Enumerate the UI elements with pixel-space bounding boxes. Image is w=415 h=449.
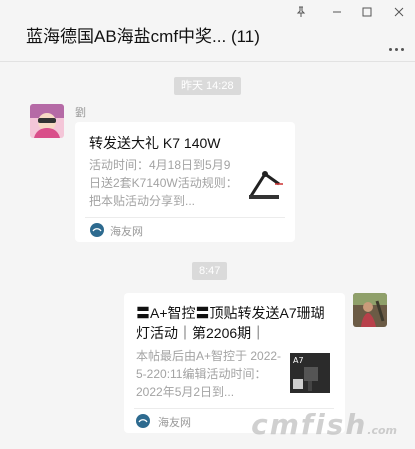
card-thumbnail [245, 162, 289, 206]
avatar[interactable] [353, 293, 387, 327]
chat-title[interactable]: 蓝海德国AB海盐cmf中奖... (11) [26, 22, 260, 47]
card-thumbnail: A7 [290, 353, 330, 393]
link-card[interactable]: 转发送大礼 K7 140W 活动时间：4月18日到5月9日送2套K7140W活动… [75, 122, 295, 242]
card-title: 〓A+智控〓顶贴转发送A7珊瑚灯活动｜第2206期｜ [136, 305, 325, 341]
card-source: 海友网 [110, 226, 143, 238]
sender-name: 劉 [75, 107, 86, 119]
source-logo-icon [136, 414, 150, 428]
avatar[interactable] [30, 104, 64, 138]
minimize-icon[interactable] [326, 2, 348, 22]
card-title: 转发送大礼 K7 140W [89, 135, 221, 151]
card-source: 海友网 [158, 417, 191, 429]
close-icon[interactable] [388, 2, 410, 22]
card-description: 本帖最后由A+智控于 2022-5-220:11编辑活动时间：2022年5月2日… [136, 349, 282, 399]
source-logo-icon [90, 223, 104, 237]
pin-icon[interactable] [290, 2, 312, 22]
maximize-icon[interactable] [356, 2, 378, 22]
watermark: cmfish.com [251, 408, 397, 441]
watermark-suffix: .com [367, 424, 397, 437]
card-divider [85, 217, 285, 218]
svg-text:A7: A7 [293, 356, 304, 365]
chat-header: 蓝海德国AB海盐cmf中奖... (11) [0, 0, 415, 62]
watermark-text: cmfish [251, 408, 368, 441]
timestamp: 昨天 14:28 [174, 77, 241, 95]
more-icon[interactable] [385, 42, 407, 56]
card-description: 活动时间：4月18日到5月9日送2套K7140W活动规则：把本贴活动分享到... [89, 158, 238, 208]
timestamp: 8:47 [192, 262, 228, 280]
